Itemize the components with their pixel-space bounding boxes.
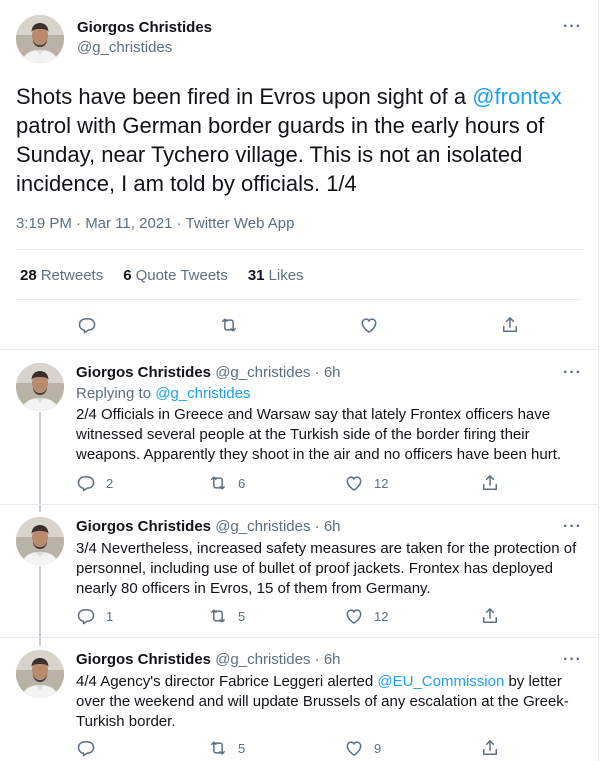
quote-count: 6 [123, 267, 132, 284]
reply-count: 1 [106, 608, 114, 624]
more-icon[interactable]: ··· [563, 365, 582, 381]
reply-header: Giorgos Christides @g_christides · 6h [76, 518, 341, 535]
retweet-count: 6 [238, 475, 246, 491]
divider [16, 249, 583, 250]
author-handle[interactable]: @g_christides [215, 364, 310, 381]
like-count: 9 [374, 740, 382, 756]
more-icon[interactable]: ··· [563, 19, 582, 35]
reply-icon[interactable]: 1 [76, 606, 113, 626]
share-icon[interactable] [480, 473, 500, 493]
tweet-text: 2/4 Officials in Greece and Warsaw say t… [76, 406, 562, 463]
avatar[interactable] [16, 517, 64, 565]
avatar[interactable] [16, 15, 64, 63]
thread-connector [39, 412, 41, 512]
heart-icon[interactable]: 12 [344, 473, 388, 493]
quote-tweets-stat[interactable]: 6 Quote Tweets [123, 267, 228, 284]
avatar[interactable] [16, 650, 64, 698]
reply-icon[interactable]: 2 [76, 473, 113, 493]
tweet-text-part: Shots have been fired in Evros upon sigh… [16, 84, 473, 109]
replying-prefix: Replying to [76, 385, 156, 402]
more-icon[interactable]: ··· [563, 652, 582, 668]
avatar[interactable] [16, 363, 64, 411]
tweet-time[interactable]: · 6h [315, 651, 341, 668]
likes-count: 31 [247, 267, 265, 284]
tweet-time[interactable]: · 6h [315, 518, 341, 535]
retweet-icon[interactable]: 5 [208, 738, 245, 758]
divider [0, 637, 599, 638]
likes-label: Likes [268, 267, 304, 284]
retweet-icon[interactable]: 5 [208, 606, 245, 626]
replying-to: Replying to @g_christides [76, 385, 251, 402]
more-icon[interactable]: ··· [563, 519, 582, 535]
tweet-thread: Giorgos Christides @g_christides ··· Sho… [0, 0, 599, 761]
tweet-text-part: patrol with German border guards in the … [16, 113, 545, 196]
divider [0, 504, 599, 505]
reply-icon[interactable] [76, 738, 96, 758]
heart-icon[interactable]: 9 [344, 738, 381, 758]
heart-icon[interactable]: 12 [344, 606, 388, 626]
tweet-text-part: 4/4 Agency's director Fabrice Leggeri al… [76, 673, 378, 690]
reply-icon[interactable] [77, 315, 97, 335]
like-count: 12 [374, 608, 389, 624]
author-handle[interactable]: @g_christides [215, 651, 310, 668]
divider [0, 349, 599, 350]
tweet-text: Shots have been fired in Evros upon sigh… [16, 82, 596, 198]
likes-stat[interactable]: 31 Likes [248, 267, 304, 284]
divider [16, 299, 583, 300]
share-icon[interactable] [500, 315, 520, 335]
mention-link[interactable]: @g_christides [155, 385, 250, 402]
author-name[interactable]: Giorgos Christides [76, 651, 211, 668]
reply-header: Giorgos Christides @g_christides · 6h [76, 651, 341, 668]
author-name[interactable]: Giorgos Christides [76, 364, 211, 381]
retweets-count: 28 [20, 267, 37, 284]
tweet-time[interactable]: · 6h [315, 364, 341, 381]
retweets-label: Retweets [40, 267, 104, 284]
like-count: 12 [374, 475, 389, 491]
author-handle[interactable]: @g_christides [215, 518, 310, 535]
quote-label: Quote Tweets [135, 267, 228, 284]
author-name[interactable]: Giorgos Christides [77, 19, 212, 36]
author-name[interactable]: Giorgos Christides [76, 518, 211, 535]
heart-icon[interactable] [359, 315, 379, 335]
retweet-icon[interactable]: 6 [208, 473, 245, 493]
retweet-icon[interactable] [219, 315, 239, 335]
share-icon[interactable] [480, 738, 500, 758]
share-icon[interactable] [480, 606, 500, 626]
tweet-stats: 28 Retweets 6 Quote Tweets 31 Likes [20, 267, 304, 284]
thread-connector [39, 566, 41, 646]
mention-link[interactable]: @frontex [472, 84, 562, 109]
mention-link[interactable]: @EU_Commission [377, 673, 504, 690]
retweets-stat[interactable]: 28 Retweets [20, 267, 103, 284]
retweet-count: 5 [238, 740, 246, 756]
retweet-count: 5 [238, 608, 246, 624]
tweet-text: 4/4 Agency's director Fabrice Leggeri al… [76, 672, 586, 732]
tweet-text: 3/4 Nevertheless, increased safety measu… [76, 540, 577, 597]
tweet-timestamp[interactable]: 3:19 PM · Mar 11, 2021 · Twitter Web App [16, 215, 294, 232]
author-handle[interactable]: @g_christides [77, 39, 172, 56]
reply-count: 2 [106, 475, 114, 491]
reply-header: Giorgos Christides @g_christides · 6h [76, 364, 341, 381]
